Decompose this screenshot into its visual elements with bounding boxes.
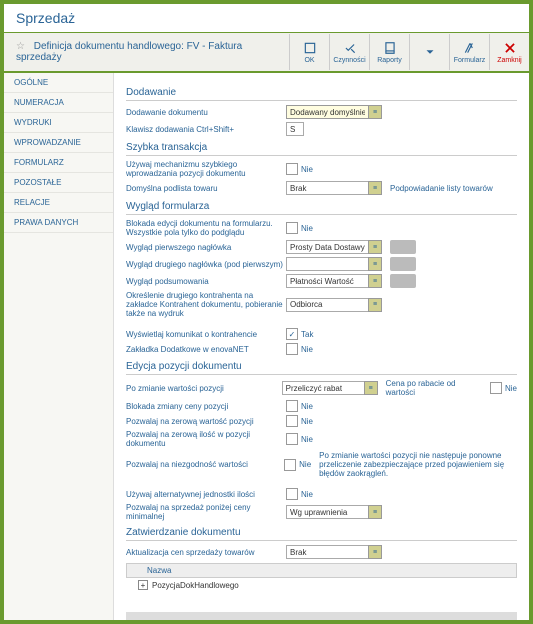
dropdown-icon[interactable]: ≡	[368, 505, 382, 519]
label: Wygląd drugiego nagłówka (pod pierwszym)	[126, 260, 286, 269]
checkbox[interactable]	[286, 328, 298, 340]
divider	[126, 612, 517, 624]
dropdown-icon[interactable]: ≡	[368, 240, 382, 254]
podsumowanie-input[interactable]	[286, 274, 368, 288]
sidebar-item-relacje[interactable]: RELACJE	[4, 193, 113, 213]
subtitle: ☆ Definicja dokumentu handlowego: FV - F…	[4, 33, 289, 71]
checkbox[interactable]	[286, 222, 298, 234]
label: Zakładka Dodatkowe w enovaNET	[126, 345, 286, 354]
checkbox[interactable]	[286, 488, 298, 500]
tree-row[interactable]: + PozycjaDokHandlowego	[126, 578, 517, 592]
checkbox[interactable]	[286, 163, 298, 175]
sidebar-item-ogolne[interactable]: OGÓLNE	[4, 73, 113, 93]
klawisz-input[interactable]	[286, 122, 304, 136]
section-dodawanie: Dodawanie	[126, 87, 517, 101]
label: Używaj mechanizmu szybkiego wprowadzania…	[126, 160, 286, 178]
main-panel: Dodawanie Dodawanie dokumentu ≡ Klawisz …	[114, 73, 529, 624]
formularz-button[interactable]: Formularz	[449, 34, 489, 70]
checkbox[interactable]	[286, 433, 298, 445]
ok-button[interactable]: OK	[289, 34, 329, 70]
checkbox[interactable]	[286, 400, 298, 412]
czynnosci-button[interactable]: Czynności	[329, 34, 369, 70]
dropdown-icon[interactable]: ≡	[368, 298, 382, 312]
stub-button[interactable]	[390, 257, 416, 271]
label: Aktualizacja cen sprzedaży towarów	[126, 548, 286, 557]
dropdown-icon[interactable]: ≡	[364, 381, 378, 395]
star-icon: ☆	[16, 41, 25, 52]
expand-icon[interactable]: +	[138, 580, 148, 590]
section-wyglad: Wygląd formularza	[126, 201, 517, 215]
raporty-dropdown[interactable]	[409, 34, 449, 70]
sidebar-item-formularz[interactable]: FORMULARZ	[4, 153, 113, 173]
aktualizacja-input[interactable]	[286, 545, 368, 559]
dropdown-icon[interactable]: ≡	[368, 181, 382, 195]
naglowek1-input[interactable]	[286, 240, 368, 254]
label: Klawisz dodawania Ctrl+Shift+	[126, 125, 286, 134]
naglowek2-input[interactable]	[286, 257, 368, 271]
cenamin-input[interactable]	[286, 505, 368, 519]
help-text: Po zmianie wartości pozycji nie następuj…	[319, 451, 517, 478]
section-edycja: Edycja pozycji dokumentu	[126, 361, 517, 375]
label: Pozwalaj na zerową ilość w pozycji dokum…	[126, 430, 286, 448]
dropdown-icon[interactable]: ≡	[368, 105, 382, 119]
pozmianie-input[interactable]	[282, 381, 364, 395]
dodawanie-input[interactable]	[286, 105, 368, 119]
label: Cena po rabacie od wartości	[386, 379, 485, 397]
label: Pozwalaj na sprzedaż poniżej ceny minima…	[126, 503, 286, 521]
raporty-button[interactable]: Raporty	[369, 34, 409, 70]
checkbox[interactable]	[284, 459, 296, 471]
page-title: Sprzedaż	[4, 4, 529, 32]
sidebar-item-wydruki[interactable]: WYDRUKI	[4, 113, 113, 133]
label: Pozwalaj na zerową wartość pozycji	[126, 417, 286, 426]
label: Określenie drugiego kontrahenta na zakła…	[126, 291, 286, 318]
sidebar-item-wprowadzanie[interactable]: WPROWADZANIE	[4, 133, 113, 153]
label: Wygląd pierwszego nagłówka	[126, 243, 286, 252]
sidebar: OGÓLNE NUMERACJA WYDRUKI WPROWADZANIE FO…	[4, 73, 114, 624]
checkbox[interactable]	[286, 415, 298, 427]
label: Dodawanie dokumentu	[126, 108, 286, 117]
sidebar-item-prawa[interactable]: PRAWA DANYCH	[4, 213, 113, 233]
podlista-input[interactable]	[286, 181, 368, 195]
label: Blokada zmiany ceny pozycji	[126, 402, 286, 411]
close-button[interactable]: Zamknij	[489, 34, 529, 70]
link[interactable]: Podpowiadanie listy towarów	[390, 184, 493, 193]
sidebar-item-numeracja[interactable]: NUMERACJA	[4, 93, 113, 113]
label: Wyświetlaj komunikat o kontrahencie	[126, 330, 286, 339]
chk-label: Nie	[301, 165, 313, 174]
label: Po zmianie wartości pozycji	[126, 384, 282, 393]
label: Używaj alternatywnej jednostki ilości	[126, 490, 286, 499]
label: Pozwalaj na niezgodność wartości	[126, 460, 284, 469]
stub-button[interactable]	[390, 274, 416, 288]
stub-button[interactable]	[390, 240, 416, 254]
checkbox[interactable]	[490, 382, 502, 394]
dropdown-icon[interactable]: ≡	[368, 274, 382, 288]
tree-header: Nazwa	[126, 563, 517, 578]
label: Wygląd podsumowania	[126, 277, 286, 286]
dropdown-icon[interactable]: ≡	[368, 257, 382, 271]
sidebar-item-pozostale[interactable]: POZOSTAŁE	[4, 173, 113, 193]
kontrahent2-input[interactable]	[286, 298, 368, 312]
label: Domyślna podlista towaru	[126, 184, 286, 193]
section-szybka: Szybka transakcja	[126, 142, 517, 156]
section-zatw: Zatwierdzanie dokumentu	[126, 527, 517, 541]
checkbox[interactable]	[286, 343, 298, 355]
dropdown-icon[interactable]: ≡	[368, 545, 382, 559]
label: Blokada edycji dokumentu na formularzu. …	[126, 219, 286, 237]
